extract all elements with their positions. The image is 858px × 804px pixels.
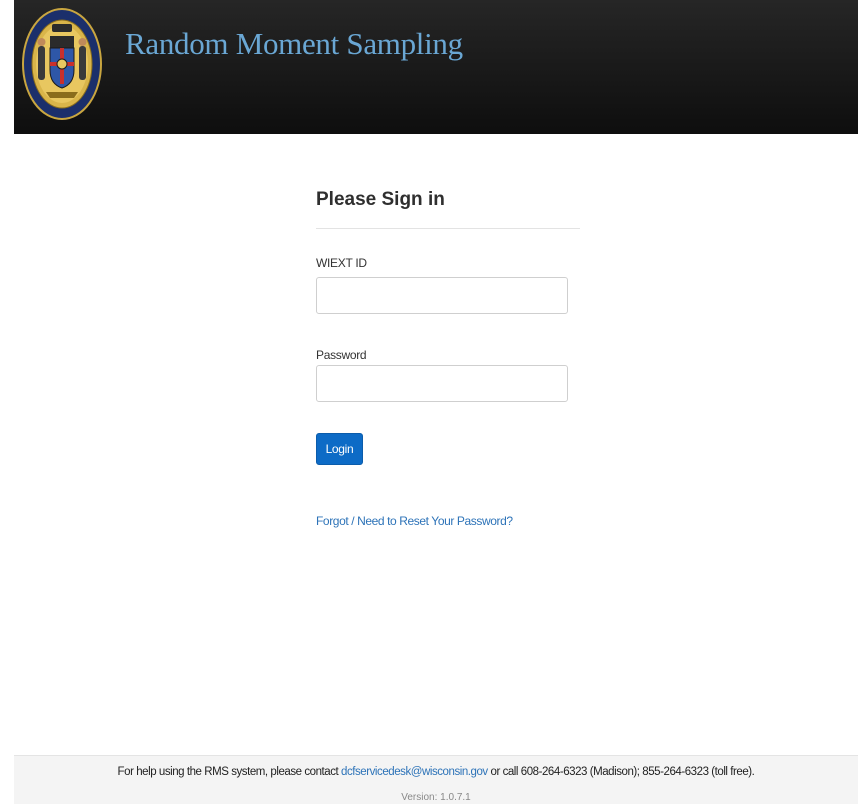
help-text: For help using the RMS system, please co…	[14, 766, 858, 778]
wiext-id-label: WIEXT ID	[316, 256, 367, 270]
forgot-password-link[interactable]: Forgot / Need to Reset Your Password?	[316, 514, 513, 528]
version-text: Version: 1.0.7.1	[401, 792, 471, 803]
help-email-link[interactable]: dcfservicedesk@wisconsin.gov	[341, 766, 488, 778]
heading-divider	[316, 228, 580, 229]
help-suffix: or call 608-264-6323 (Madison); 855-264-…	[487, 766, 755, 778]
footer: For help using the RMS system, please co…	[14, 755, 858, 804]
wiext-id-input[interactable]	[316, 277, 568, 314]
login-button[interactable]: Login	[316, 433, 363, 465]
help-prefix: For help using the RMS system, please co…	[117, 766, 342, 778]
header-bar: Random Moment Sampling	[14, 0, 858, 134]
signin-form: Please Sign in WIEXT ID Password Login F…	[316, 186, 580, 528]
password-label: Password	[316, 348, 367, 362]
state-seal-icon	[22, 8, 102, 120]
signin-heading: Please Sign in	[316, 189, 445, 210]
app-title: Random Moment Sampling	[125, 26, 463, 61]
password-input[interactable]	[316, 365, 568, 402]
